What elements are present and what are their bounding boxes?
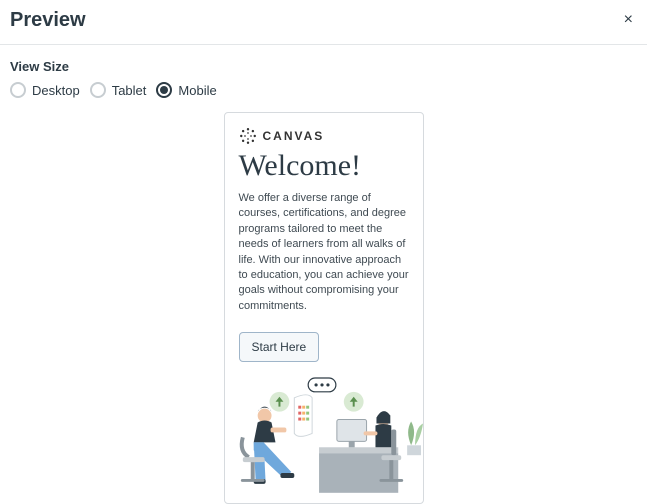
radio-mobile[interactable]: Mobile — [156, 82, 216, 98]
start-here-button[interactable]: Start Here — [239, 332, 320, 362]
modal-title: Preview — [10, 9, 86, 32]
illustration — [225, 376, 423, 504]
radio-label: Tablet — [112, 83, 147, 98]
radio-tablet[interactable]: Tablet — [90, 82, 147, 98]
view-size-label: View Size — [10, 59, 637, 74]
radio-icon — [90, 82, 106, 98]
welcome-heading: Welcome! — [239, 149, 409, 183]
welcome-body: We offer a diverse range of courses, cer… — [239, 191, 409, 314]
brand-row: CANVAS — [239, 127, 409, 145]
modal-header: Preview × — [0, 0, 647, 45]
radio-label: Mobile — [178, 83, 216, 98]
radio-desktop[interactable]: Desktop — [10, 82, 80, 98]
modal-body: View Size Desktop Tablet Mobile — [0, 45, 647, 504]
view-size-radios: Desktop Tablet Mobile — [10, 82, 637, 98]
close-button[interactable]: × — [620, 8, 637, 32]
brand-text: CANVAS — [263, 129, 325, 143]
mobile-preview: CANVAS Welcome! We offer a diverse range… — [224, 112, 424, 504]
canvas-logo-icon — [239, 127, 257, 145]
preview-stage: CANVAS Welcome! We offer a diverse range… — [10, 112, 637, 504]
radio-icon — [10, 82, 26, 98]
radio-label: Desktop — [32, 83, 80, 98]
radio-icon — [156, 82, 172, 98]
